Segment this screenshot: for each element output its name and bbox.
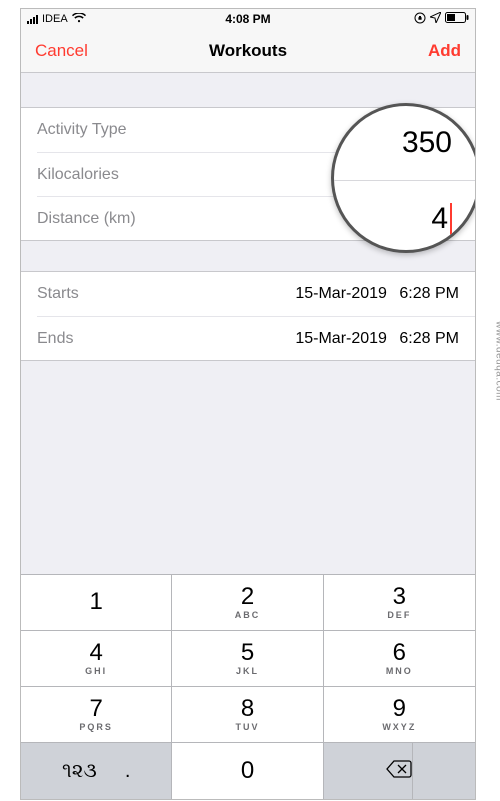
backspace-icon	[386, 760, 412, 783]
nav-bar: Cancel Workouts Add	[21, 29, 475, 73]
add-button[interactable]: Add	[428, 41, 461, 61]
key-9[interactable]: 9WXYZ	[324, 687, 475, 743]
battery-icon	[445, 12, 469, 26]
key-5[interactable]: 5JKL	[172, 631, 323, 687]
key-2[interactable]: 2ABC	[172, 575, 323, 631]
carrier-label: IDEA	[42, 13, 68, 25]
key-language-dot[interactable]: ૧૨૩.	[21, 743, 172, 799]
kilocalories-label: Kilocalories	[37, 166, 119, 184]
starts-date: 15-Mar-2019	[295, 285, 387, 302]
key-4[interactable]: 4GHI	[21, 631, 172, 687]
starts-label: Starts	[37, 285, 79, 303]
watermark: www.deuqa.com	[494, 321, 500, 401]
key-backspace[interactable]	[386, 743, 413, 799]
distance-label: Distance (km)	[37, 210, 136, 228]
ends-value: 15-Mar-2019 6:28 PM	[295, 330, 459, 348]
signal-icon	[27, 15, 38, 24]
device-frame: IDEA 4:08 PM Cancel Workouts Add Activit…	[20, 8, 476, 800]
text-cursor	[450, 203, 452, 235]
key-backspace[interactable]	[324, 743, 475, 799]
location-icon	[430, 12, 441, 26]
key-0[interactable]: 0	[172, 743, 323, 799]
ends-row[interactable]: Ends 15-Mar-2019 6:28 PM	[37, 316, 475, 360]
ends-date: 15-Mar-2019	[295, 330, 387, 347]
key-3[interactable]: 3DEF	[324, 575, 475, 631]
status-bar: IDEA 4:08 PM	[21, 9, 475, 29]
magnifier-bottom-value: 4	[334, 181, 476, 253]
cancel-button[interactable]: Cancel	[35, 41, 88, 61]
wifi-icon	[72, 13, 86, 26]
key-7[interactable]: 7PQRS	[21, 687, 172, 743]
key-1[interactable]: 1	[21, 575, 172, 631]
starts-time: 6:28 PM	[399, 285, 459, 302]
magnifier-overlay: 350 4	[331, 103, 476, 253]
status-time: 4:08 PM	[225, 12, 270, 26]
ends-time: 6:28 PM	[399, 330, 459, 347]
orientation-lock-icon	[414, 12, 426, 27]
key-6[interactable]: 6MNO	[324, 631, 475, 687]
ends-label: Ends	[37, 330, 73, 348]
starts-row[interactable]: Starts 15-Mar-2019 6:28 PM	[21, 272, 475, 316]
key-8[interactable]: 8TUV	[172, 687, 323, 743]
page-title: Workouts	[209, 41, 287, 61]
status-right	[414, 12, 469, 27]
starts-value: 15-Mar-2019 6:28 PM	[295, 285, 459, 303]
numeric-keyboard: 1 2ABC 3DEF 4GHI 5JKL 6MNO 7PQRS 8TUV 9W…	[21, 574, 475, 799]
status-left: IDEA	[27, 13, 86, 26]
time-section: Starts 15-Mar-2019 6:28 PM Ends 15-Mar-2…	[21, 271, 475, 361]
activity-type-label: Activity Type	[37, 121, 127, 139]
